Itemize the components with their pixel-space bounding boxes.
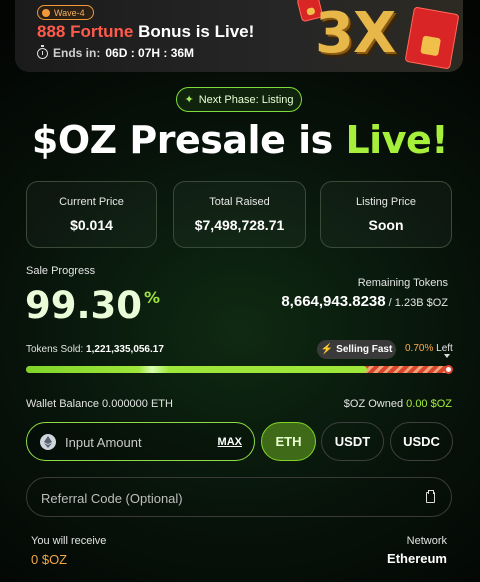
- listing-price-label: Listing Price: [356, 196, 416, 208]
- sale-progress-value: 99.30: [25, 284, 143, 327]
- remaining-tokens-label: Remaining Tokens: [357, 277, 448, 289]
- percent-sign: %: [144, 288, 161, 307]
- clipboard-icon[interactable]: [426, 490, 435, 503]
- wallet-balance-label: Wallet Balance: [26, 398, 99, 410]
- listing-price-value: Soon: [368, 217, 404, 233]
- wave-icon: [42, 8, 50, 17]
- sale-progress-fill: [26, 366, 367, 373]
- currency-usdc-button[interactable]: USDC: [390, 422, 453, 461]
- tokens-left: 0.70% Left: [405, 343, 453, 354]
- total-supply: / 1.23B $OZ: [385, 297, 448, 309]
- wave-badge: Wave-4: [37, 5, 94, 20]
- wallet-balance-value: 0.000000 ETH: [102, 398, 173, 410]
- current-price-value: $0.014: [70, 217, 113, 233]
- sparkle-icon: ✦: [184, 94, 194, 106]
- selling-fast-label: Selling Fast: [336, 344, 393, 355]
- tokens-left-label: Left: [436, 343, 453, 354]
- sale-progress-bar: [26, 365, 453, 374]
- wallet-balance: Wallet Balance 0.000000 ETH: [26, 398, 173, 410]
- lightning-icon: ⚡: [320, 344, 334, 355]
- amount-input[interactable]: [65, 431, 205, 453]
- tokens-sold-label: Tokens Sold:: [26, 344, 84, 355]
- referral-input[interactable]: [41, 487, 401, 509]
- caret-down-icon: [444, 354, 450, 358]
- oz-owned: $OZ Owned 0.00 $OZ: [344, 398, 452, 410]
- total-raised-value: $7,498,728.71: [194, 217, 285, 233]
- current-price-card: Current Price $0.014: [26, 181, 157, 248]
- remaining-tokens-value: 8,664,943.8238: [281, 293, 386, 310]
- oz-owned-label: $OZ Owned: [343, 398, 404, 410]
- countdown-value: 06D : 07H : 36M: [105, 46, 195, 60]
- promo-title-highlight: 888 Fortune: [37, 22, 134, 41]
- page-title: $OZ Presale is Live!: [0, 118, 480, 162]
- referral-field[interactable]: [26, 477, 452, 517]
- page-title-live: Live!: [345, 118, 449, 162]
- network-label: Network: [406, 535, 447, 547]
- receive-value: 0 $OZ: [31, 552, 68, 567]
- red-envelope-icon: [404, 6, 460, 70]
- max-button[interactable]: MAX: [218, 436, 242, 448]
- listing-price-card: Listing Price Soon: [320, 181, 452, 248]
- sale-progress-label: Sale Progress: [26, 265, 96, 277]
- current-price-label: Current Price: [59, 196, 124, 208]
- stopwatch-icon: [37, 44, 48, 59]
- selling-fast-badge: ⚡ Selling Fast: [317, 340, 396, 359]
- promo-title-rest: Bonus is Live!: [133, 22, 255, 41]
- total-raised-card: Total Raised $7,498,728.71: [173, 181, 306, 248]
- receive-label: You will receive: [31, 535, 107, 547]
- amount-field[interactable]: MAX: [26, 422, 255, 461]
- tokens-left-percent: 0.70%: [405, 343, 434, 354]
- wave-badge-label: Wave-4: [54, 7, 85, 18]
- progress-end-marker: [444, 365, 453, 374]
- total-raised-label: Total Raised: [209, 196, 270, 208]
- promo-banner[interactable]: Wave-4 888 Fortune Bonus is Live! Ends i…: [15, 0, 463, 72]
- network-value: Ethereum: [387, 551, 447, 566]
- promo-title: 888 Fortune Bonus is Live!: [37, 22, 254, 42]
- next-phase-badge: ✦ Next Phase: Listing: [176, 87, 302, 112]
- countdown-label: Ends in:: [53, 46, 101, 60]
- currency-eth-button[interactable]: ETH: [261, 422, 316, 461]
- multiplier-graphic: 3X: [315, 1, 396, 66]
- currency-usdt-button[interactable]: USDT: [321, 422, 384, 461]
- next-phase-label: Next Phase: Listing: [198, 93, 294, 106]
- remaining-tokens: 8,664,943.8238 / 1.23B $OZ: [281, 293, 448, 310]
- oz-owned-value: 0.00 $OZ: [406, 398, 452, 410]
- sale-progress-percent: 99.30%: [25, 284, 160, 327]
- tokens-sold-value: 1,221,335,056.17: [86, 344, 164, 355]
- countdown: Ends in: 06D : 07H : 36M: [37, 44, 195, 60]
- ethereum-icon: [40, 434, 56, 450]
- tokens-sold: Tokens Sold: 1,221,335,056.17: [26, 344, 164, 355]
- page-title-main: $OZ Presale is: [31, 118, 346, 162]
